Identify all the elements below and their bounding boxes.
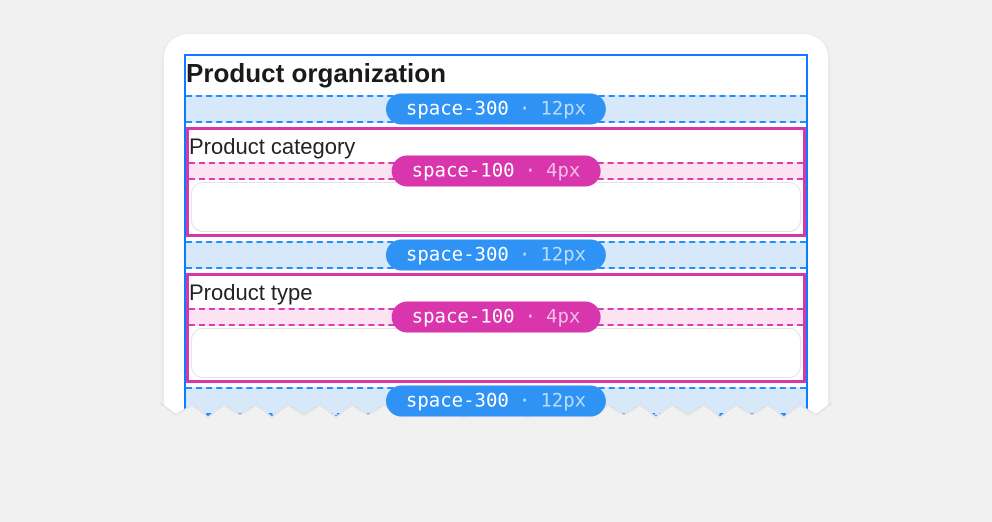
spacing-gap-300: space-300 · 12px xyxy=(186,95,806,123)
spacing-pill-300: space-300 · 12px xyxy=(386,386,606,417)
field-outline-product-type: Product type space-100 · 4px xyxy=(186,273,806,383)
separator-dot: · xyxy=(519,246,530,265)
token-name: space-100 xyxy=(412,162,515,181)
spacing-pill-100: space-100 · 4px xyxy=(392,302,601,333)
token-px: 12px xyxy=(540,100,586,119)
spacing-gap-100: space-100 · 4px xyxy=(189,308,803,326)
input-placeholder-slot xyxy=(189,328,803,380)
spacing-pill-100: space-100 · 4px xyxy=(392,156,601,187)
separator-dot: · xyxy=(525,308,536,327)
spacing-gap-300: space-300 · 12px xyxy=(186,241,806,269)
token-name: space-300 xyxy=(406,246,509,265)
separator-dot: · xyxy=(519,392,530,411)
spacing-spec-card: Product organization space-300 · 12px Pr… xyxy=(164,34,828,417)
token-name: space-100 xyxy=(412,308,515,327)
card-heading: Product organization xyxy=(184,56,806,91)
token-px: 4px xyxy=(546,308,580,327)
token-name: space-300 xyxy=(406,100,509,119)
token-name: space-300 xyxy=(406,392,509,411)
separator-dot: · xyxy=(525,162,536,181)
input-placeholder-slot xyxy=(189,182,803,234)
token-px: 12px xyxy=(540,392,586,411)
spacing-gap-100: space-100 · 4px xyxy=(189,162,803,180)
token-px: 12px xyxy=(540,246,586,265)
card-outline: Product organization space-300 · 12px Pr… xyxy=(184,54,808,417)
token-px: 4px xyxy=(546,162,580,181)
spacing-gap-300: space-300 · 12px xyxy=(186,387,806,415)
field-outline-product-category: Product category space-100 · 4px xyxy=(186,127,806,237)
spacing-pill-300: space-300 · 12px xyxy=(386,240,606,271)
spacing-pill-300: space-300 · 12px xyxy=(386,94,606,125)
separator-dot: · xyxy=(519,100,530,119)
